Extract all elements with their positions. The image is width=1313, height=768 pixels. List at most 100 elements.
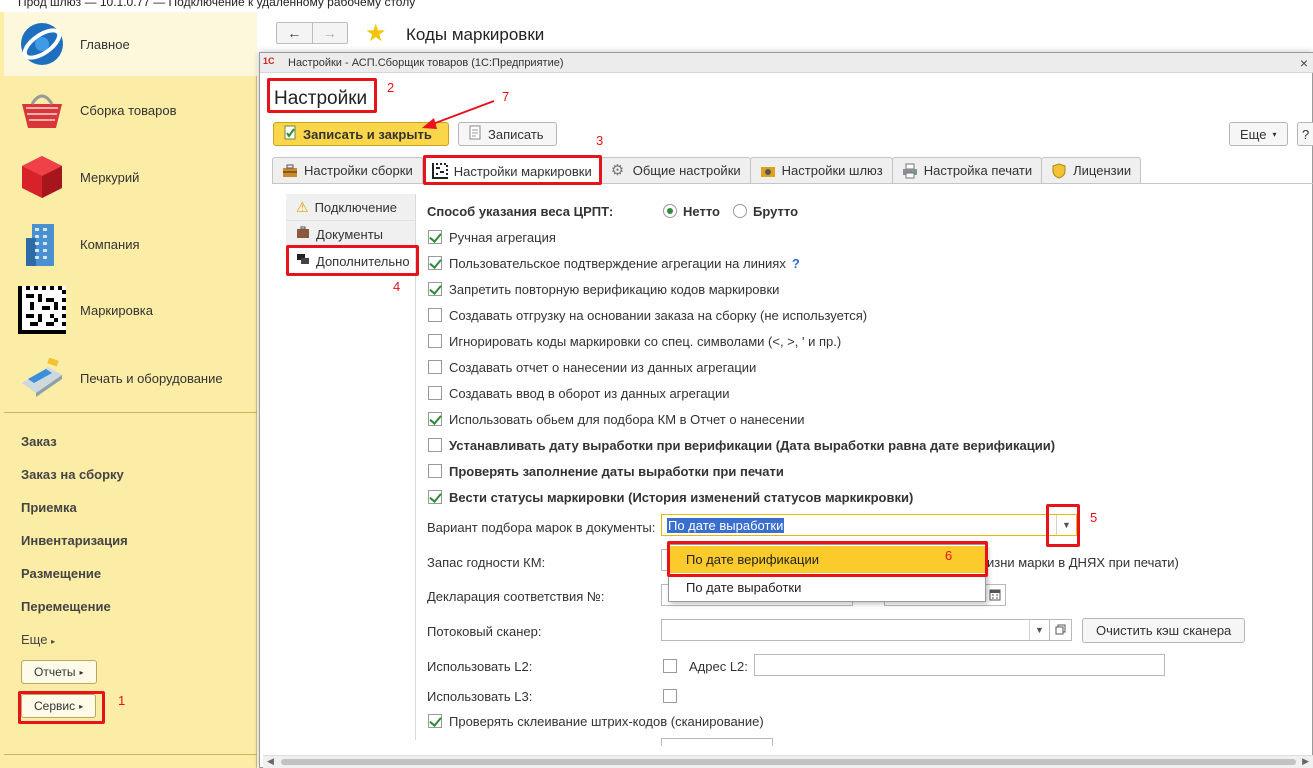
section-label: Маркировка — [80, 302, 153, 318]
setting-checkbox[interactable] — [428, 334, 442, 348]
section-mercury[interactable]: Меркурий — [4, 145, 257, 209]
subnav-label: Подключение — [314, 199, 397, 215]
variant-select[interactable]: По дате выработки ▼ — [661, 514, 1077, 536]
weight-net-option[interactable]: Нетто — [663, 201, 720, 221]
annotation-number-5: 5 — [1090, 510, 1098, 525]
nav-link-assembly-order[interactable]: Заказ на сборку — [21, 467, 124, 482]
setting-checkbox-row[interactable]: Пользовательское подтверждение агрегации… — [428, 253, 800, 273]
chevron-down-icon[interactable]: ▼ — [1056, 515, 1076, 535]
save-button[interactable]: Записать — [458, 122, 557, 146]
setting-checkbox-row[interactable]: Проверять заполнение даты выработки при … — [428, 461, 784, 481]
subnav-connection[interactable]: ⚠ Подключение — [286, 194, 416, 221]
setting-checkbox-row[interactable]: Запретить повторную верификацию кодов ма… — [428, 279, 779, 299]
nav-link-order[interactable]: Заказ — [21, 434, 57, 449]
setting-checkbox-row[interactable]: Игнорировать коды маркировки со спец. си… — [428, 331, 841, 351]
section-label: Главное — [80, 36, 130, 52]
setting-checkbox[interactable] — [428, 230, 442, 244]
save-doc-icon — [284, 125, 297, 143]
setting-checkbox-row[interactable]: Устанавливать дату выработки при верифик… — [428, 435, 1055, 455]
horizontal-scrollbar[interactable]: ◀ ▶ — [263, 755, 1313, 768]
setting-checkbox[interactable] — [428, 386, 442, 400]
calendar-icon[interactable] — [989, 588, 1001, 604]
variant-label: Вариант подбора марок в документы: — [427, 519, 656, 535]
nav-link-inventory[interactable]: Инвентаризация — [21, 533, 128, 548]
favorite-star-icon[interactable]: ★ — [365, 22, 387, 46]
section-assembly[interactable]: Сборка товаров — [4, 78, 257, 142]
setting-checkbox[interactable] — [428, 438, 442, 452]
gear-icon: ⚙ — [610, 161, 625, 179]
section-main[interactable]: Главное — [4, 12, 257, 76]
reports-button[interactable]: Отчеты ▸ — [21, 660, 97, 684]
l2-checkbox-row[interactable] — [663, 656, 684, 676]
setting-checkbox[interactable] — [428, 490, 442, 504]
nav-link-receiving[interactable]: Приемка — [21, 500, 77, 515]
option-by-verification-date[interactable]: По дате верификации — [670, 546, 986, 573]
section-marking[interactable]: Маркировка — [4, 278, 257, 342]
l3-checkbox[interactable] — [663, 689, 677, 703]
nav-link-placement[interactable]: Размещение — [21, 566, 101, 581]
partial-input[interactable] — [661, 738, 773, 746]
close-icon[interactable]: × — [1300, 55, 1308, 71]
setting-checkbox-row[interactable]: Создавать отчет о нанесении из данных аг… — [428, 357, 756, 377]
setting-checkbox-row[interactable]: Создавать отгрузку на основании заказа н… — [428, 305, 867, 325]
annotation-number-3: 3 — [596, 133, 604, 148]
1c-logo-icon: 1С — [263, 56, 275, 66]
scrollbar-thumb[interactable] — [281, 759, 1296, 765]
setting-checkbox-label: Использовать обьем для подбора КМ в Отче… — [449, 411, 805, 427]
scroll-right-icon[interactable]: ▶ — [1302, 756, 1309, 767]
shield-icon — [1051, 162, 1067, 179]
barcode-check-checkbox[interactable] — [428, 714, 442, 728]
datamatrix-icon — [431, 163, 448, 179]
tab-marking-settings[interactable]: Настройки маркировки — [421, 157, 602, 184]
barcode-check-row[interactable]: Проверять склеивание штрих-кодов (сканир… — [428, 711, 764, 731]
l2-checkbox[interactable] — [663, 659, 677, 673]
scroll-left-icon[interactable]: ◀ — [267, 756, 274, 767]
forward-arrow-icon[interactable]: → — [311, 23, 348, 43]
setting-checkbox[interactable] — [428, 308, 442, 322]
tab-gateway-settings[interactable]: Настройки шлюз — [749, 157, 893, 183]
tab-general-settings[interactable]: ⚙ Общие настройки — [600, 157, 751, 183]
tab-licenses[interactable]: Лицензии — [1041, 157, 1142, 183]
setting-checkbox-row[interactable]: Использовать обьем для подбора КМ в Отче… — [428, 409, 804, 429]
tab-print-settings[interactable]: Настройка печати — [891, 157, 1043, 183]
help-question-icon[interactable]: ? — [792, 256, 800, 271]
l2-label: Использовать L2: — [427, 658, 533, 674]
more-button[interactable]: Еще ▾ — [1229, 122, 1288, 146]
service-button[interactable]: Сервис ▸ — [21, 694, 97, 718]
setting-checkbox[interactable] — [428, 282, 442, 296]
radio-net[interactable] — [663, 204, 677, 218]
subnav-additional[interactable]: Дополнительно — [286, 248, 416, 275]
option-label: По дате верификации — [686, 552, 819, 567]
setting-checkbox-row[interactable]: Ручная агрегация — [428, 227, 556, 247]
subnav-documents[interactable]: Документы — [286, 221, 416, 248]
weight-gross-option[interactable]: Брутто — [733, 201, 798, 221]
nav-link-transfer[interactable]: Перемещение — [21, 599, 111, 614]
open-scanner-button[interactable] — [1049, 619, 1072, 641]
setting-checkbox[interactable] — [428, 412, 442, 426]
dialog-titlebar[interactable]: 1С Настройки - АСП.Сборщик товаров (1С:П… — [260, 53, 1313, 73]
l2-address-label: Адрес L2: — [689, 658, 748, 674]
setting-checkbox-row[interactable]: Создавать ввод в оборот из данных агрега… — [428, 383, 730, 403]
scanner-select[interactable]: ▼ — [661, 619, 1050, 641]
setting-checkbox[interactable] — [428, 256, 442, 270]
section-print-equipment[interactable]: Печать и оборудование — [4, 346, 257, 410]
setting-checkbox[interactable] — [428, 360, 442, 374]
section-company[interactable]: Компания — [4, 212, 257, 276]
datamatrix-icon — [18, 286, 66, 334]
nav-more-link[interactable]: Еще ▸ — [21, 632, 55, 647]
save-and-close-button[interactable]: Записать и закрыть — [273, 122, 449, 146]
radio-gross[interactable] — [733, 204, 747, 218]
back-arrow-icon[interactable]: ← — [277, 23, 312, 43]
option-by-production-date[interactable]: По дате выработки — [670, 574, 986, 601]
setting-checkbox-row[interactable]: Вести статусы маркировки (История измене… — [428, 487, 913, 507]
tab-assembly-settings[interactable]: Настройки сборки — [272, 157, 423, 183]
l3-checkbox-row[interactable] — [663, 686, 684, 706]
l3-label: Использовать L3: — [427, 688, 533, 704]
setting-checkbox-label: Вести статусы маркировки (История измене… — [449, 489, 914, 505]
setting-checkbox[interactable] — [428, 464, 442, 478]
help-button[interactable]: ? — [1297, 122, 1313, 146]
setting-checkbox-label: Создавать ввод в оборот из данных агрега… — [449, 385, 730, 401]
chevron-down-icon[interactable]: ▼ — [1029, 620, 1049, 640]
clear-scanner-cache-button[interactable]: Очистить кэш сканера — [1082, 618, 1246, 643]
l2-address-input[interactable] — [754, 654, 1165, 676]
